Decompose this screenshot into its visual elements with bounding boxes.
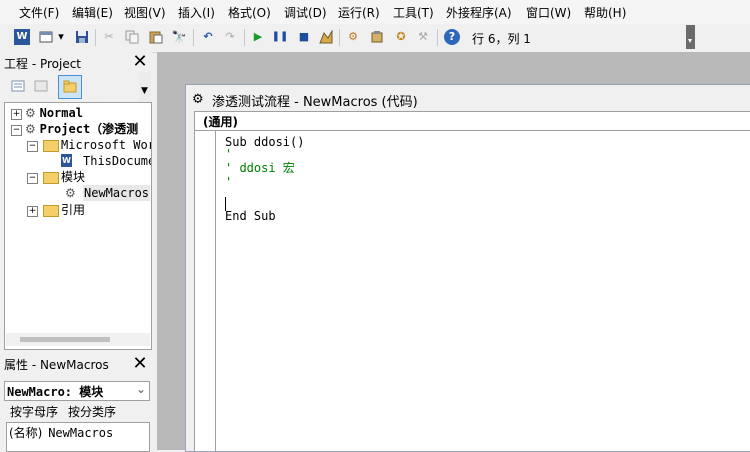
properties-tabs: 按字母序 按分类序 bbox=[4, 401, 150, 421]
object-browser-icon[interactable]: ✪ bbox=[393, 29, 409, 45]
code-window-title-bar: ⚙ 渗透测试流程 - NewMacros (代码) bbox=[186, 85, 750, 113]
collapse-toggle[interactable]: − bbox=[11, 125, 22, 136]
project-panel-toolbar bbox=[0, 72, 152, 102]
project-panel-title-bar: 工程 - Project ✕ bbox=[0, 52, 152, 72]
folder-icon bbox=[43, 205, 59, 217]
property-name: (名称) bbox=[9, 426, 43, 440]
word-icon[interactable]: W bbox=[14, 29, 30, 45]
document-icon: W bbox=[61, 154, 72, 167]
save-icon[interactable] bbox=[74, 29, 90, 45]
chevron-down-icon[interactable]: ⌄ bbox=[136, 382, 146, 396]
paste-icon[interactable] bbox=[148, 29, 164, 45]
project-vertical-scrollbar[interactable]: ▼ bbox=[139, 72, 151, 102]
tree-node-normal[interactable]: ⚙ Normal bbox=[25, 105, 83, 121]
project-panel-title: 工程 - Project bbox=[4, 57, 82, 71]
toggle-folders-icon[interactable] bbox=[58, 75, 82, 99]
menu-view[interactable]: 视图(V) bbox=[124, 4, 166, 21]
design-mode-icon[interactable] bbox=[318, 29, 334, 45]
menu-run[interactable]: 运行(R) bbox=[338, 4, 380, 21]
properties-grid: (名称) NewMacros bbox=[6, 422, 150, 452]
code-line[interactable]: ' ddosi 宏 bbox=[225, 159, 295, 176]
menu-help[interactable]: 帮助(H) bbox=[584, 4, 626, 21]
project-explorer-icon[interactable]: ⚙ bbox=[345, 29, 361, 45]
standard-toolbar: W ▾ ✂ 🔭 ↶ ↷ ▶ ❚❚ ■ ⚙ ✪ ⚒ ? 行 6，列 1 bbox=[0, 24, 750, 53]
object-selector[interactable]: NewMacro: 模块 ⌄ bbox=[4, 381, 150, 401]
run-icon[interactable]: ▶ bbox=[250, 29, 266, 45]
expand-toggle[interactable]: + bbox=[27, 206, 38, 217]
code-editor[interactable]: Sub ddosi() ' ' ddosi 宏 ' End Sub bbox=[194, 131, 750, 451]
help-icon[interactable]: ? bbox=[444, 29, 460, 45]
cut-icon[interactable]: ✂ bbox=[101, 29, 117, 45]
menu-file[interactable]: 文件(F) bbox=[19, 4, 59, 21]
cursor-position: 行 6，列 1 bbox=[472, 32, 531, 46]
folder-open-icon bbox=[43, 172, 59, 184]
toolbar-grip[interactable] bbox=[686, 25, 695, 49]
code-line[interactable]: Sub ddosi() bbox=[225, 135, 304, 149]
find-icon[interactable]: 🔭 bbox=[171, 29, 187, 45]
close-icon[interactable]: ✕ bbox=[132, 355, 148, 373]
module-icon: ⚙ bbox=[65, 186, 76, 200]
collapse-toggle[interactable]: − bbox=[27, 141, 38, 152]
menu-debug[interactable]: 调试(D) bbox=[284, 4, 327, 21]
project-horizontal-scrollbar[interactable] bbox=[6, 333, 150, 346]
properties-panel-title-bar: 属性 - NewMacros ✕ bbox=[0, 352, 152, 374]
collapse-toggle[interactable]: − bbox=[27, 173, 38, 184]
margin-indicator-bar[interactable] bbox=[195, 131, 216, 451]
code-window-title: 渗透测试流程 - NewMacros (代码) bbox=[212, 95, 418, 110]
view-object-icon[interactable] bbox=[33, 78, 49, 94]
insert-userform-icon[interactable] bbox=[38, 29, 54, 45]
vba-project-icon: ⚙ bbox=[25, 106, 36, 120]
tree-node-newmacros[interactable]: NewMacros bbox=[83, 185, 151, 201]
menu-format[interactable]: 格式(O) bbox=[228, 4, 271, 21]
tree-node-references[interactable]: 引用 bbox=[61, 202, 85, 218]
menu-tools[interactable]: 工具(T) bbox=[393, 4, 434, 21]
dropdown-arrow-icon[interactable]: ▾ bbox=[56, 29, 66, 45]
object-selector-value: NewMacro: 模块 bbox=[7, 385, 104, 399]
code-window: ⚙ 渗透测试流程 - NewMacros (代码) (通用) Sub ddosi… bbox=[185, 84, 750, 452]
undo-icon[interactable]: ↶ bbox=[200, 29, 216, 45]
property-row[interactable]: (名称) NewMacros bbox=[9, 424, 113, 441]
properties-window-icon[interactable] bbox=[369, 29, 385, 45]
copy-icon[interactable] bbox=[124, 29, 140, 45]
menu-insert[interactable]: 插入(I) bbox=[178, 4, 215, 21]
folder-open-icon bbox=[43, 140, 59, 152]
reset-icon[interactable]: ■ bbox=[296, 29, 312, 45]
view-code-icon[interactable] bbox=[10, 78, 26, 94]
break-icon[interactable]: ❚❚ bbox=[272, 29, 289, 45]
scrollbar-thumb[interactable] bbox=[20, 337, 110, 342]
tab-categorized[interactable]: 按分类序 bbox=[68, 403, 116, 420]
tree-node-this-document[interactable]: ThisDocume bbox=[83, 153, 151, 169]
tree-node-modules[interactable]: 模块 bbox=[61, 169, 85, 185]
expand-toggle[interactable]: + bbox=[11, 109, 22, 120]
code-line[interactable]: End Sub bbox=[225, 209, 276, 223]
property-value[interactable]: NewMacros bbox=[48, 426, 113, 440]
object-combo-value: (通用) bbox=[203, 115, 238, 129]
toolbox-icon[interactable]: ⚒ bbox=[415, 29, 431, 45]
menu-addins[interactable]: 外接程序(A) bbox=[446, 4, 512, 21]
vba-project-icon: ⚙ bbox=[25, 122, 36, 136]
tab-alphabetic[interactable]: 按字母序 bbox=[10, 403, 58, 420]
properties-panel-title: 属性 - NewMacros bbox=[4, 358, 109, 372]
close-icon[interactable]: ✕ bbox=[132, 53, 148, 71]
tree-node-project[interactable]: ⚙ Project（渗透测 bbox=[25, 121, 138, 137]
redo-icon[interactable]: ↷ bbox=[222, 29, 238, 45]
code-line[interactable]: ' bbox=[225, 176, 232, 188]
tree-node-word-objects[interactable]: Microsoft Wor bbox=[61, 137, 151, 153]
code-line[interactable]: ' bbox=[225, 148, 232, 160]
menu-window[interactable]: 窗口(W) bbox=[526, 4, 571, 21]
module-icon: ⚙ bbox=[192, 92, 204, 107]
object-combo-box[interactable]: (通用) bbox=[194, 111, 750, 131]
menu-bar: 文件(F) 编辑(E) 视图(V) 插入(I) 格式(O) 调试(D) 运行(R… bbox=[0, 0, 750, 24]
project-tree: + ⚙ Normal − ⚙ Project（渗透测 − Microsoft W… bbox=[4, 102, 152, 350]
menu-edit[interactable]: 编辑(E) bbox=[72, 4, 113, 21]
